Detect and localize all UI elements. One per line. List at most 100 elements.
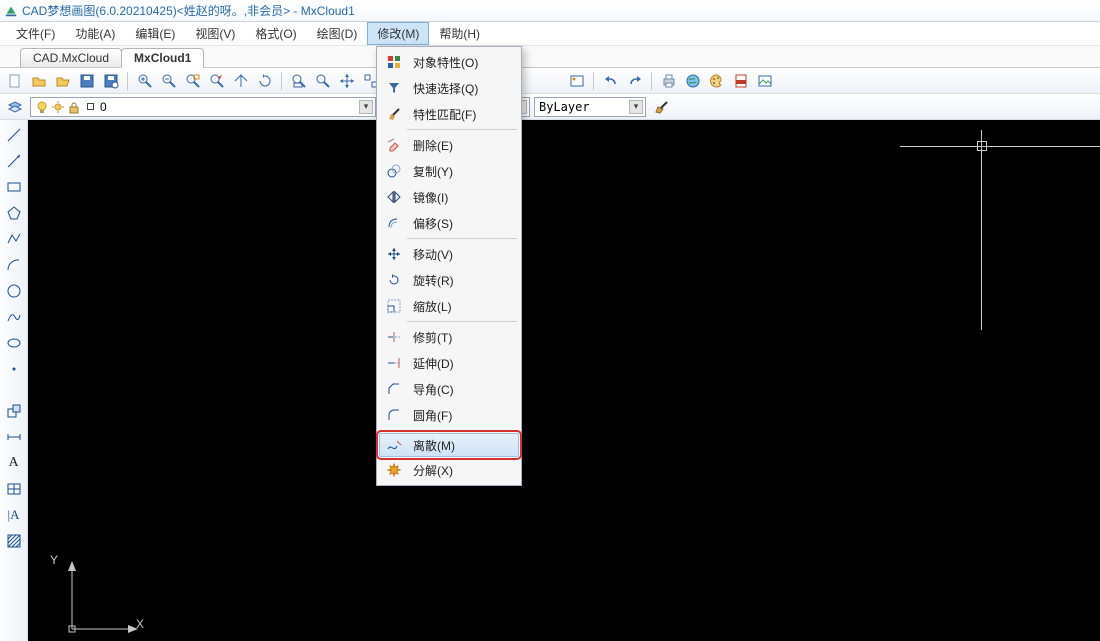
explode-icon <box>385 461 403 479</box>
polygon-tool[interactable] <box>3 202 25 224</box>
modify-trim[interactable]: 修剪(T) <box>379 324 519 350</box>
zoom-extents-button[interactable] <box>206 70 228 92</box>
menu-bar: 文件(F) 功能(A) 编辑(E) 视图(V) 格式(O) 绘图(D) 修改(M… <box>0 22 1100 46</box>
fillet-icon <box>385 406 403 424</box>
pdf-button[interactable] <box>730 70 752 92</box>
move-cross-button[interactable] <box>336 70 358 92</box>
modify-move[interactable]: 移动(V) <box>379 241 519 267</box>
quickselect-icon <box>385 79 403 97</box>
toolbar-separator <box>651 72 653 90</box>
hatch-tool[interactable] <box>3 530 25 552</box>
menu-separator <box>407 238 517 239</box>
tab-doc-1[interactable]: CAD.MxCloud <box>20 48 122 67</box>
toolbar-separator <box>281 72 283 90</box>
modify-extend[interactable]: 延伸(D) <box>379 350 519 376</box>
point-tool[interactable] <box>3 358 25 380</box>
title-bar: CAD梦想画图(6.0.20210425)<姓赵的呀。,非会员> - MxClo… <box>0 0 1100 22</box>
modify-erase[interactable]: 删除(E) <box>379 132 519 158</box>
document-tabs: CAD.MxCloud MxCloud1 <box>0 46 1100 68</box>
zoom-previous-button[interactable] <box>312 70 334 92</box>
erase-icon <box>385 136 403 154</box>
save-button[interactable] <box>76 70 98 92</box>
modify-dropdown: 对象特性(O) 快速选择(Q) 特性匹配(F) 删除(E) 复制(Y) 镜像(I… <box>376 46 522 486</box>
modify-properties[interactable]: 对象特性(O) <box>379 49 519 75</box>
layers-button[interactable] <box>4 96 26 118</box>
trim-icon <box>385 328 403 346</box>
menu-modify[interactable]: 修改(M) <box>367 22 429 45</box>
zoom-in-button[interactable] <box>134 70 156 92</box>
matchprop-icon <box>385 105 403 123</box>
standard-toolbar <box>0 68 1100 94</box>
zoom-window-button[interactable] <box>182 70 204 92</box>
circle-tool[interactable] <box>3 280 25 302</box>
zoom-out-button[interactable] <box>158 70 180 92</box>
ellipse-tool[interactable] <box>3 332 25 354</box>
polyline-tool[interactable] <box>3 228 25 250</box>
layer-combo[interactable]: 0 ▾ <box>30 97 376 117</box>
offset-icon <box>385 214 403 232</box>
properties-icon <box>385 53 403 71</box>
table-tool[interactable] <box>3 478 25 500</box>
save-as-button[interactable] <box>100 70 122 92</box>
menu-format[interactable]: 格式(O) <box>245 22 306 45</box>
open-folder-button[interactable] <box>52 70 74 92</box>
mtext-tool[interactable]: |A <box>3 504 25 526</box>
modify-mirror[interactable]: 镜像(I) <box>379 184 519 210</box>
layer-color-swatch <box>87 103 94 110</box>
menu-view[interactable]: 视图(V) <box>185 22 245 45</box>
modify-quickselect[interactable]: 快速选择(Q) <box>379 75 519 101</box>
menu-help[interactable]: 帮助(H) <box>429 22 490 45</box>
window-title: CAD梦想画图(6.0.20210425)<姓赵的呀。,非会员> - MxClo… <box>22 2 355 19</box>
modify-rotate[interactable]: 旋转(R) <box>379 267 519 293</box>
layer-name: 0 <box>100 100 107 114</box>
modify-matchprop[interactable]: 特性匹配(F) <box>379 101 519 127</box>
redo-button[interactable] <box>624 70 646 92</box>
ucs-icon: Y X <box>64 557 144 637</box>
rectangle-tool[interactable] <box>3 176 25 198</box>
arc-tool[interactable] <box>3 254 25 276</box>
open-file-button[interactable] <box>28 70 50 92</box>
view-rotate-button[interactable] <box>254 70 276 92</box>
pan-button[interactable] <box>288 70 310 92</box>
app-logo-icon <box>4 4 18 18</box>
menu-edit[interactable]: 编辑(E) <box>125 22 185 45</box>
menu-separator <box>407 129 517 130</box>
menu-draw[interactable]: 绘图(D) <box>307 22 368 45</box>
modify-break[interactable]: 离散(M) <box>379 433 519 457</box>
extend-icon <box>385 354 403 372</box>
tab-doc-2[interactable]: MxCloud1 <box>121 48 204 68</box>
layer-bar: 0 ▾ ByLaye ▾ ByLayer ▾ <box>0 94 1100 120</box>
globe-button[interactable] <box>682 70 704 92</box>
spline-tool[interactable] <box>3 306 25 328</box>
menu-func[interactable]: 功能(A) <box>65 22 125 45</box>
zoom-all-button[interactable] <box>230 70 252 92</box>
linetype-combo[interactable]: ByLayer ▾ <box>534 97 646 117</box>
scale-icon <box>385 297 403 315</box>
line-tool[interactable] <box>3 124 25 146</box>
chamfer-icon <box>385 380 403 398</box>
modify-scale[interactable]: 缩放(L) <box>379 293 519 319</box>
tool-generic-3[interactable] <box>566 70 588 92</box>
menu-separator <box>407 321 517 322</box>
modify-copy[interactable]: 复制(Y) <box>379 158 519 184</box>
brush-button[interactable] <box>650 96 672 118</box>
print-button[interactable] <box>658 70 680 92</box>
modify-explode[interactable]: 分解(X) <box>379 457 519 483</box>
modify-offset[interactable]: 偏移(S) <box>379 210 519 236</box>
menu-separator <box>407 430 517 431</box>
lightbulb-icon <box>35 100 49 114</box>
draw-toolbar: A |A <box>0 120 28 641</box>
undo-button[interactable] <box>600 70 622 92</box>
chevron-down-icon: ▾ <box>629 100 643 114</box>
image-button[interactable] <box>754 70 776 92</box>
drawing-canvas[interactable]: Y X <box>28 120 1100 641</box>
ray-tool[interactable] <box>3 150 25 172</box>
palette-button[interactable] <box>706 70 728 92</box>
dimension-tool[interactable] <box>3 426 25 448</box>
block-tool[interactable] <box>3 400 25 422</box>
modify-chamfer[interactable]: 导角(C) <box>379 376 519 402</box>
text-tool[interactable]: A <box>3 452 25 474</box>
new-file-button[interactable] <box>4 70 26 92</box>
modify-fillet[interactable]: 圆角(F) <box>379 402 519 428</box>
menu-file[interactable]: 文件(F) <box>6 22 65 45</box>
